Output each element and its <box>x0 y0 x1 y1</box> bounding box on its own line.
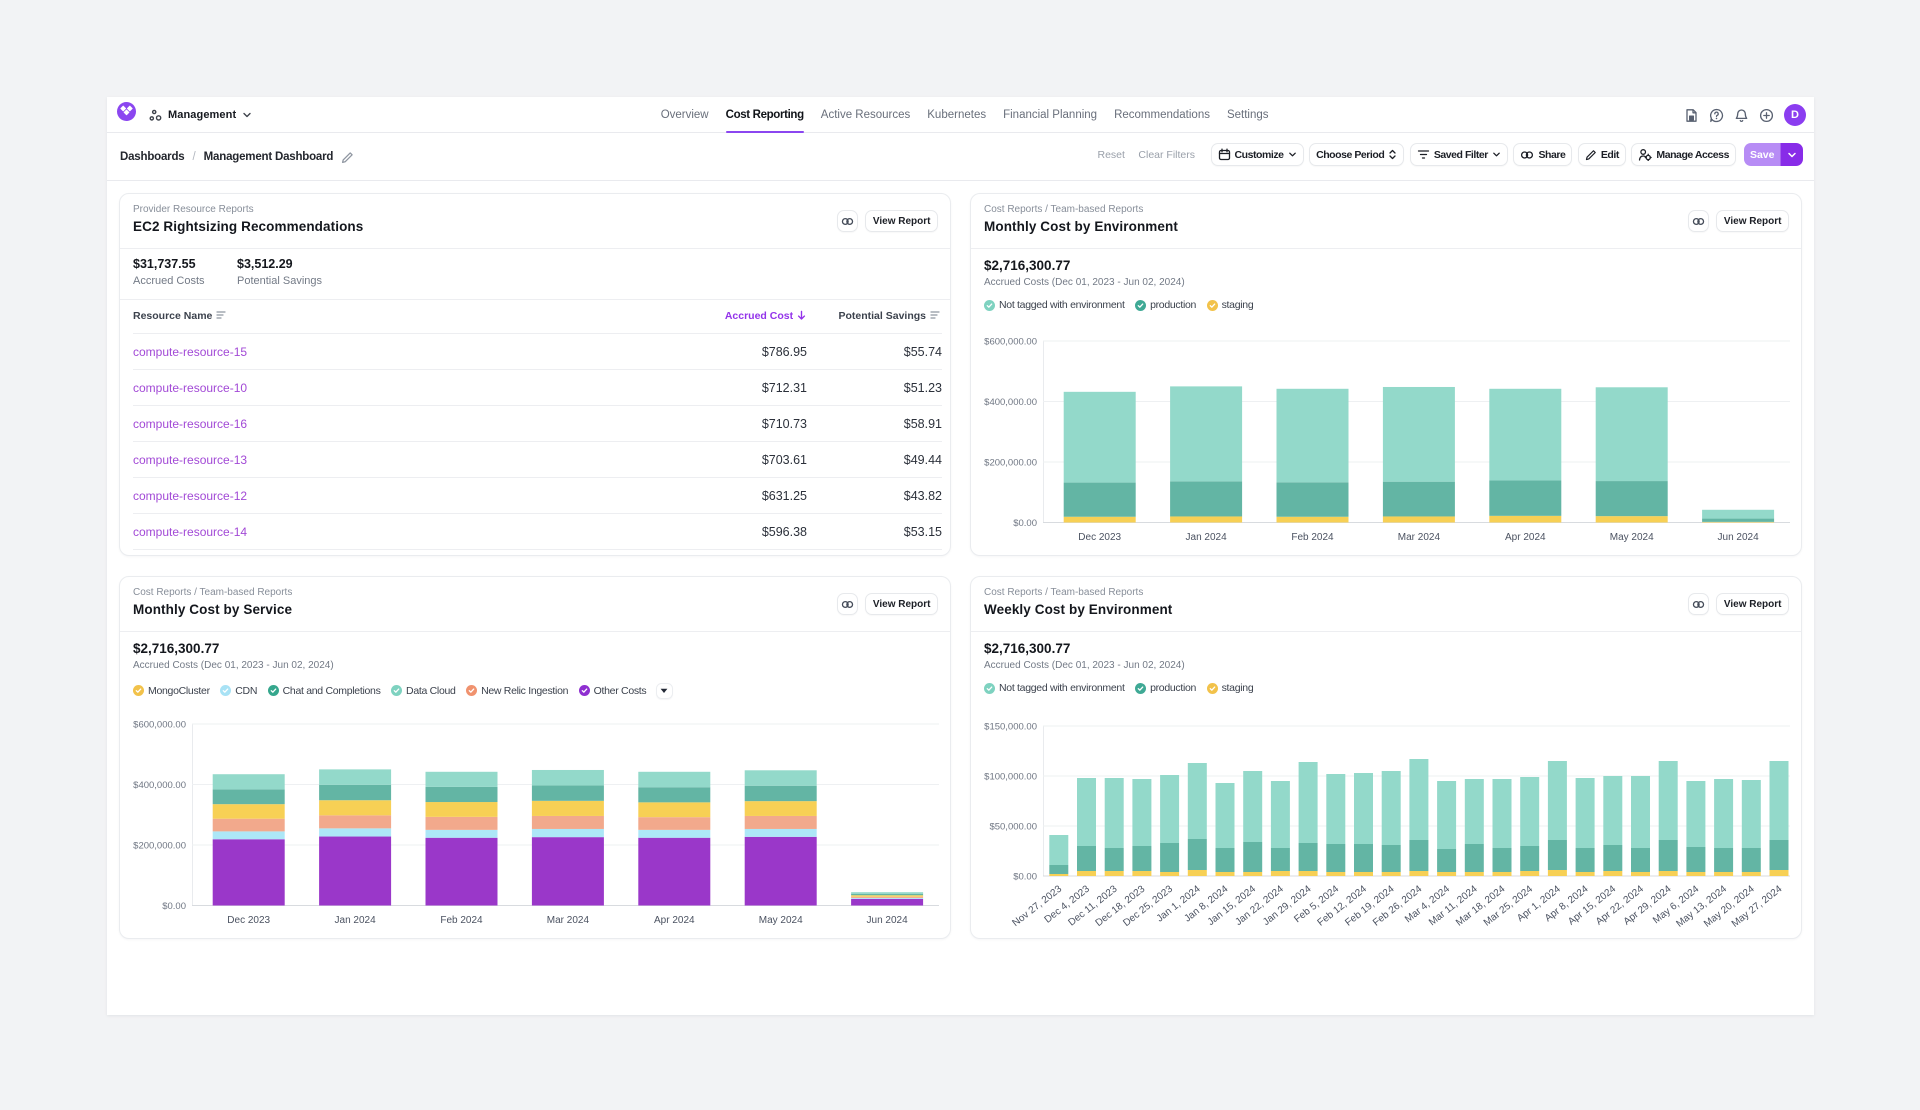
svg-text:Mar 2024: Mar 2024 <box>1398 532 1441 543</box>
svg-text:$0.00: $0.00 <box>1013 872 1037 883</box>
svg-text:$400,000.00: $400,000.00 <box>133 780 186 791</box>
svg-text:Apr 2024: Apr 2024 <box>654 915 695 926</box>
svg-text:$50,000.00: $50,000.00 <box>989 822 1037 833</box>
svg-text:Jun 2024: Jun 2024 <box>1718 532 1760 543</box>
svg-text:$150,000.00: $150,000.00 <box>984 722 1037 733</box>
svg-text:Jan 2024: Jan 2024 <box>335 915 377 926</box>
svg-text:$0.00: $0.00 <box>1013 518 1037 529</box>
svg-text:Jan 2024: Jan 2024 <box>1186 532 1228 543</box>
svg-text:$400,000.00: $400,000.00 <box>984 397 1037 408</box>
svg-text:$0.00: $0.00 <box>162 901 186 912</box>
svg-text:Feb 2024: Feb 2024 <box>1291 532 1334 543</box>
svg-text:May 2024: May 2024 <box>1610 532 1654 543</box>
svg-text:$600,000.00: $600,000.00 <box>133 720 186 731</box>
svg-text:Mar 2024: Mar 2024 <box>547 915 590 926</box>
svg-text:Dec 2023: Dec 2023 <box>227 915 270 926</box>
svg-text:$200,000.00: $200,000.00 <box>133 841 186 852</box>
svg-text:Jun 2024: Jun 2024 <box>867 915 909 926</box>
svg-text:$200,000.00: $200,000.00 <box>984 458 1037 469</box>
svg-text:$600,000.00: $600,000.00 <box>984 337 1037 348</box>
svg-text:May 2024: May 2024 <box>759 915 803 926</box>
svg-text:Apr 2024: Apr 2024 <box>1505 532 1546 543</box>
svg-text:Dec 2023: Dec 2023 <box>1078 532 1121 543</box>
svg-text:$100,000.00: $100,000.00 <box>984 772 1037 783</box>
svg-text:Feb 2024: Feb 2024 <box>440 915 483 926</box>
